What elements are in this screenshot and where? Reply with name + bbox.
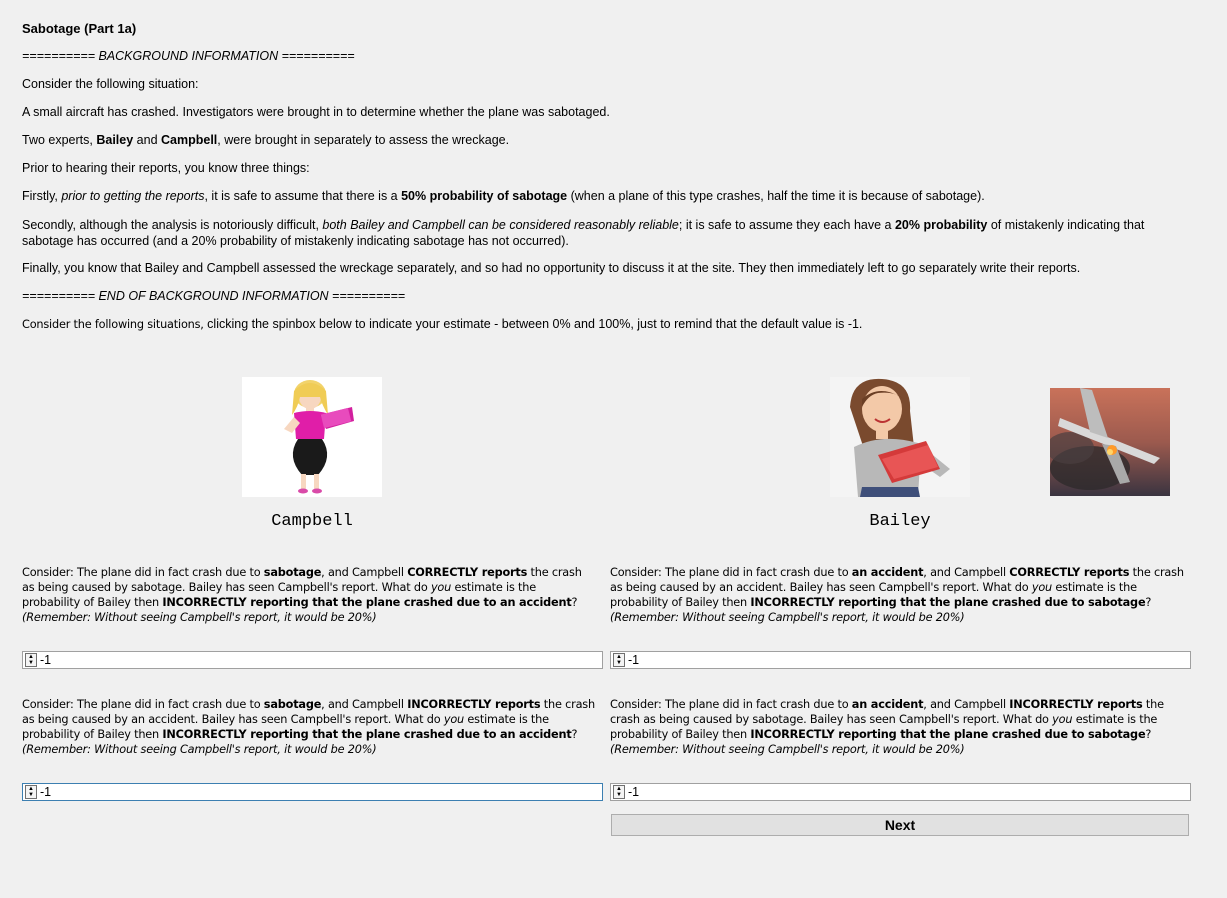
spinbox-4-value: -1 [628,785,640,799]
question-2-text: Consider: The plane did in fact crash du… [610,566,1184,624]
campbell-image [242,377,382,497]
crashing-plane-image [1050,388,1170,496]
paragraph-firstly: Firstly, prior to getting the reports, i… [22,189,985,203]
next-button[interactable]: Next [611,814,1189,836]
spinbox-1-value: -1 [40,653,52,667]
spin-arrows-icon[interactable]: ▲ ▼ [25,785,37,799]
spin-arrows-icon[interactable]: ▲ ▼ [25,653,37,667]
campbell-name-label: Campbell [271,512,353,531]
spinbox-3[interactable]: ▲ ▼ -1 [22,783,603,801]
page-title: Sabotage (Part 1a) [22,21,137,36]
bailey-image [830,377,970,497]
spinbox-3-value: -1 [40,785,52,799]
bailey-name-label: Bailey [869,512,931,531]
spin-arrows-icon[interactable]: ▲ ▼ [613,785,625,799]
spinbox-4[interactable]: ▲ ▼ -1 [610,783,1191,801]
paragraph-crash: A small aircraft has crashed. Investigat… [22,105,610,119]
question-1-text: Consider: The plane did in fact crash du… [22,566,582,624]
spinbox-1[interactable]: ▲ ▼ -1 [22,651,603,669]
paragraph-three-things: Prior to hearing their reports, you know… [22,161,310,175]
consider-text: Consider the following situation: [22,77,199,91]
paragraph-experts: Two experts, Bailey and Campbell, were b… [22,133,510,147]
background-start-divider: ========== BACKGROUND INFORMATION ======… [22,49,355,63]
background-end-divider: ========== END OF BACKGROUND INFORMATION… [22,289,406,303]
question-3-text: Consider: The plane did in fact crash du… [22,698,595,756]
question-4-text: Consider: The plane did in fact crash du… [610,698,1164,756]
spin-arrows-icon[interactable]: ▲ ▼ [613,653,625,667]
spinbox-2[interactable]: ▲ ▼ -1 [610,651,1191,669]
instruction-text: Consider the following situations, click… [22,317,863,331]
paragraph-finally: Finally, you know that Bailey and Campbe… [22,261,1081,275]
paragraph-secondly: Secondly, although the analysis is notor… [22,218,1145,248]
spinbox-2-value: -1 [628,653,640,667]
